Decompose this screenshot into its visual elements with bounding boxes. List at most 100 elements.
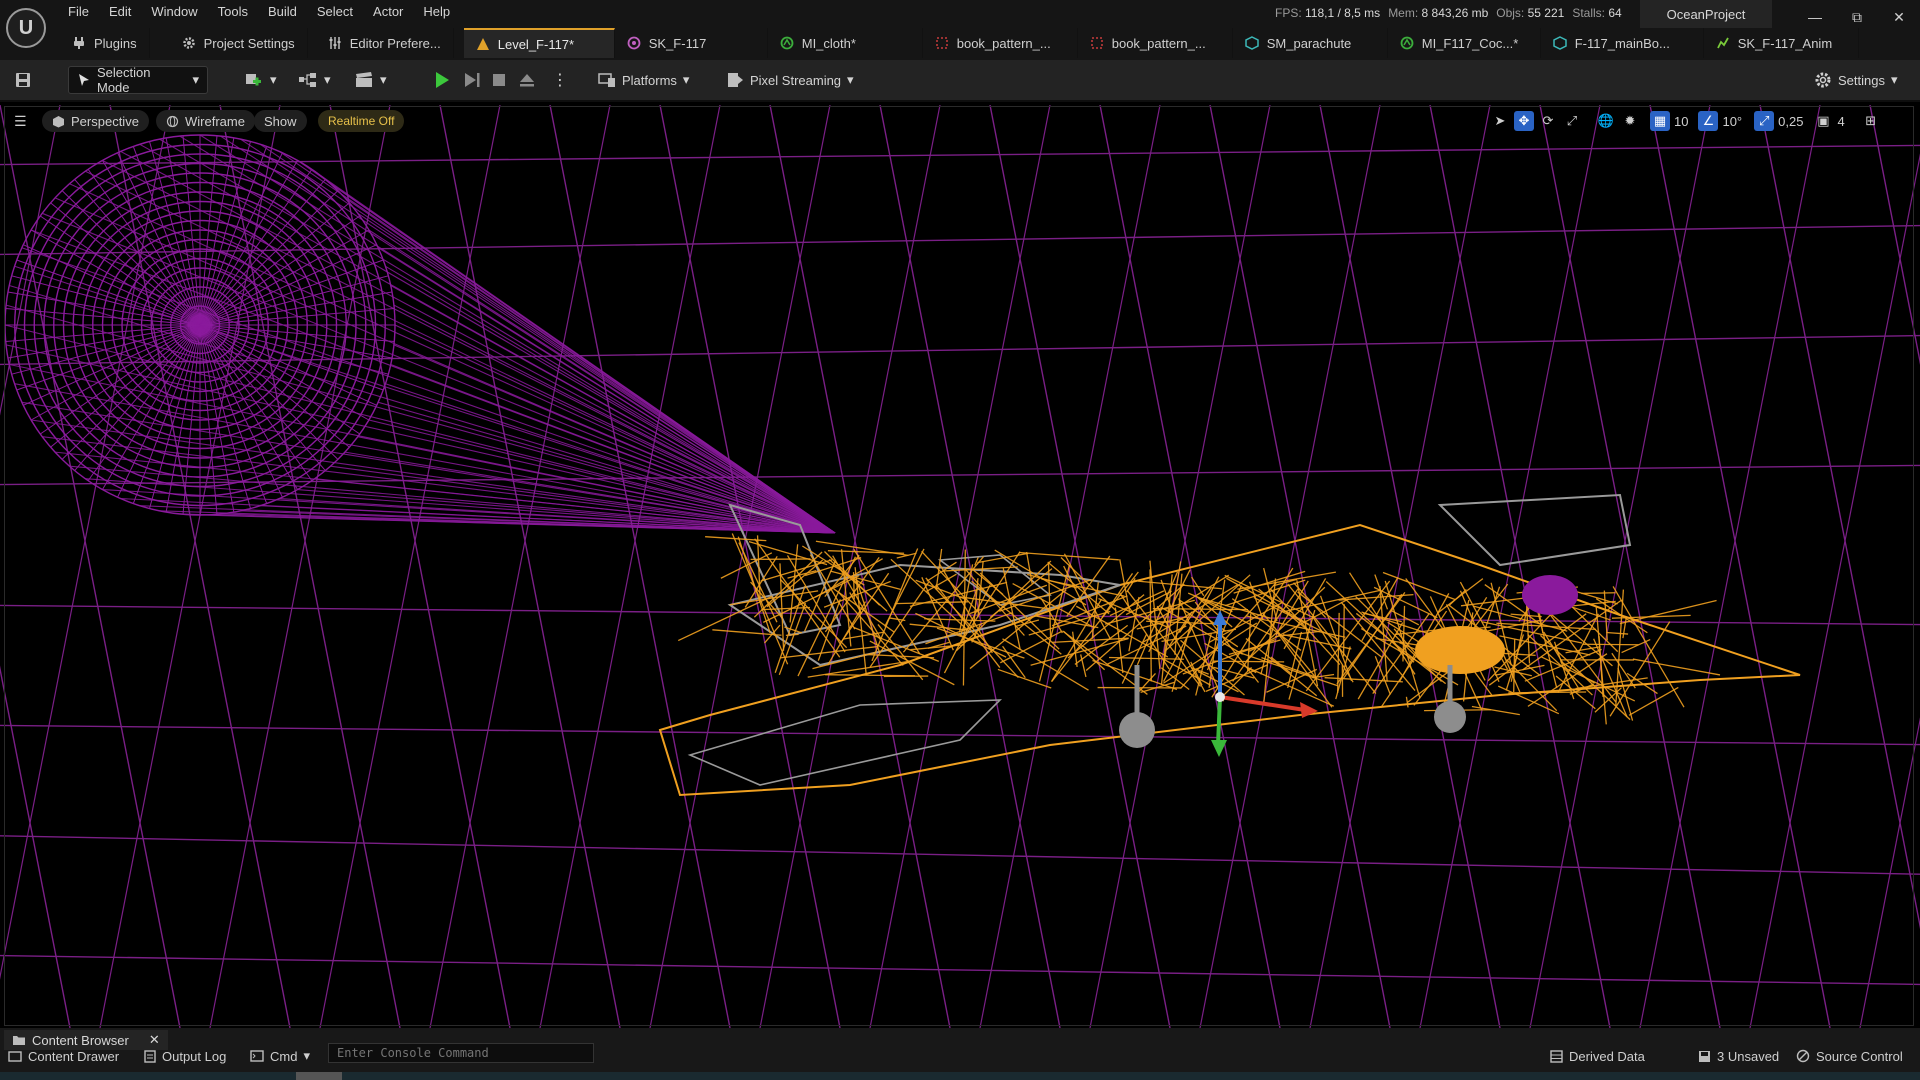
gear-icon (1815, 72, 1831, 88)
tab-level-f117[interactable]: Level_F-117* (463, 28, 615, 58)
step-icon (465, 73, 480, 87)
output-log-button[interactable]: Output Log (144, 1045, 226, 1067)
derived-data-label: Derived Data (1569, 1048, 1645, 1064)
static-mesh-icon (1552, 36, 1567, 50)
menu-tools[interactable]: Tools (208, 0, 258, 24)
menu-select[interactable]: Select (307, 0, 363, 24)
tab-book-pattern-1[interactable]: book_pattern_... (923, 28, 1078, 58)
surface-snap-icon[interactable]: ✹ (1620, 111, 1640, 131)
world-space-icon[interactable]: 🌐 (1596, 111, 1616, 131)
camera-speed-value[interactable]: 4 (1837, 114, 1844, 129)
tab-f117-mainbody[interactable]: F-117_mainBo... (1541, 28, 1704, 58)
tab-label: F-117_mainBo... (1574, 35, 1670, 51)
save-icon[interactable] (14, 66, 32, 94)
hamburger-icon: ☰ (14, 112, 27, 129)
stop-button[interactable] (490, 66, 508, 94)
view-mode-button[interactable]: Wireframe (156, 110, 255, 132)
advance-frame-button[interactable] (462, 66, 482, 94)
realtime-off-badge[interactable]: Realtime Off (318, 110, 405, 132)
viewport[interactable] (0, 105, 1920, 1028)
parachute-wireframe[interactable] (4, 134, 396, 516)
menu-help[interactable]: Help (413, 0, 460, 24)
rotation-snap-value[interactable]: 10° (1722, 114, 1742, 129)
unreal-logo-icon[interactable]: U (6, 8, 46, 48)
mem-label: Mem: (1388, 6, 1419, 20)
menu-actor[interactable]: Actor (363, 0, 413, 24)
camera-speed-icon[interactable]: ▣ (1813, 111, 1833, 131)
performance-stats: FPS: 118,1 / 8,5 ms Mem: 8 843,26 mb Obj… (1275, 0, 1622, 26)
eject-icon (520, 74, 534, 87)
wireframe-label: Wireframe (185, 113, 245, 129)
tab-sm-parachute[interactable]: SM_parachute (1233, 28, 1388, 58)
tab-mi-f117-cockpit[interactable]: MI_F117_Coc...* (1388, 28, 1541, 58)
move-tool-icon[interactable]: ✥ (1514, 111, 1534, 131)
tab-sk-f117[interactable]: SK_F-117 (615, 28, 768, 58)
unsaved-label: 3 Unsaved (1717, 1048, 1780, 1064)
platforms-dropdown[interactable]: Platforms ▾ (598, 66, 689, 94)
tab-editor-preferences[interactable]: Editor Prefere... (316, 28, 454, 58)
tab-project-settings[interactable]: Project Settings (170, 28, 308, 58)
perspective-button[interactable]: Perspective (42, 110, 149, 132)
tab-mi-cloth[interactable]: MI_cloth* (768, 28, 923, 58)
grid-snap-value[interactable]: 10 (1674, 114, 1688, 129)
level-icon (476, 38, 489, 50)
scale-snap-icon[interactable]: ⤢ (1754, 111, 1775, 131)
settings-dropdown[interactable]: Settings ▾ (1814, 66, 1898, 94)
tab-plugins[interactable]: Plugins (60, 28, 150, 58)
chevron-down-icon: ▾ (380, 72, 387, 87)
derived-data-button[interactable]: Derived Data (1550, 1045, 1645, 1067)
viewport-toolbar: ☰ Perspective Wireframe Show Realtime Of… (0, 105, 1920, 137)
animation-icon (1716, 37, 1729, 49)
close-window-icon[interactable]: ✕ (1878, 0, 1920, 34)
source-control-label: Source Control (1816, 1048, 1903, 1064)
cinematics-button[interactable]: ▾ (354, 66, 387, 94)
console-command-input[interactable] (328, 1043, 594, 1063)
unsaved-button[interactable]: 3 Unsaved (1698, 1045, 1779, 1067)
eject-button[interactable] (518, 66, 536, 94)
grid-snap-icon[interactable]: ▦ (1650, 111, 1670, 131)
menu-edit[interactable]: Edit (99, 0, 141, 24)
viewport-transform-tools: ➤ ✥ ⟳ ⤢ 🌐 ✹ ▦ 10 ∠ 10° ⤢ 0,25 ▣ 4 ⊞ (1490, 110, 1881, 132)
selection-mode-dropdown[interactable]: Selection Mode ▾ (68, 65, 208, 95)
texture-icon (1090, 37, 1103, 49)
tab-label: Level_F-117* (497, 36, 575, 52)
chevron-down-icon: ▾ (1890, 72, 1898, 87)
realtime-label: Realtime Off (328, 114, 395, 128)
scale-snap-value[interactable]: 0,25 (1778, 114, 1803, 129)
show-button[interactable]: Show (254, 110, 307, 132)
tab-book-pattern-2[interactable]: book_pattern_... (1078, 28, 1233, 58)
tab-label: SK_F-117_Anim (1737, 35, 1833, 51)
frame-ms: / 8,5 ms (1337, 6, 1381, 20)
add-actor-icon (246, 74, 261, 86)
rotation-snap-icon[interactable]: ∠ (1698, 111, 1719, 131)
platforms-label: Platforms (622, 72, 677, 88)
menu-file[interactable]: File (58, 0, 99, 24)
skeletal-mesh-icon (627, 36, 641, 50)
pixel-streaming-icon (728, 73, 743, 87)
fps-value: 118,1 (1305, 6, 1335, 20)
scroll-thumb[interactable] (296, 1072, 342, 1080)
chevron-down-icon: ▾ (303, 1048, 310, 1063)
viewport-menu-button[interactable]: ☰ (10, 110, 31, 132)
menu-build[interactable]: Build (258, 0, 307, 24)
blueprints-button[interactable]: ▾ (298, 66, 331, 94)
cmd-dropdown[interactable]: Cmd ▾ (250, 1045, 310, 1067)
tab-label: book_pattern_... (1111, 35, 1206, 51)
content-drawer-button[interactable]: Content Drawer (8, 1045, 119, 1067)
play-options-button[interactable]: ⋮ (552, 66, 568, 94)
scale-tool-icon[interactable]: ⤢ (1562, 111, 1582, 131)
tab-sk-f117-anim[interactable]: SK_F-117_Anim (1704, 28, 1859, 58)
rotate-tool-icon[interactable]: ⟳ (1538, 111, 1558, 131)
pixel-streaming-dropdown[interactable]: Pixel Streaming ▾ (726, 66, 854, 94)
add-actor-button[interactable]: ▾ (244, 66, 277, 94)
perspective-label: Perspective (71, 113, 139, 129)
pixel-streaming-label: Pixel Streaming (750, 72, 842, 88)
source-control-button[interactable]: Source Control (1796, 1045, 1903, 1067)
menu-window[interactable]: Window (141, 0, 207, 24)
log-icon (144, 1049, 156, 1063)
blueprint-icon (299, 73, 316, 87)
more-options-icon: ⋮ (552, 72, 568, 89)
select-tool-icon[interactable]: ➤ (1490, 111, 1510, 131)
layout-icon[interactable]: ⊞ (1861, 111, 1881, 131)
play-button[interactable] (432, 66, 452, 94)
